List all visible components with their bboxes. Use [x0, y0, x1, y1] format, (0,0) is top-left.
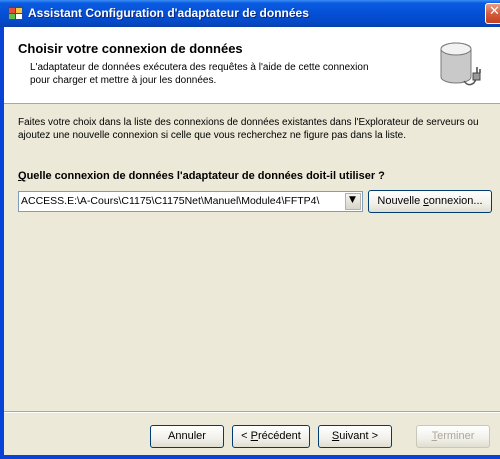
- wizard-header: Choisir votre connexion de données L'ada…: [4, 27, 500, 104]
- finish-button[interactable]: Terminer: [416, 425, 490, 448]
- next-label-rest: uivant >: [339, 430, 379, 442]
- previous-mnemonic: P: [250, 430, 258, 442]
- page-title: Choisir votre connexion de données: [18, 41, 243, 56]
- cancel-button[interactable]: Annuler: [150, 425, 224, 448]
- question-text: uelle connexion de données l'adaptateur …: [26, 170, 385, 182]
- next-button[interactable]: Suivant >: [318, 425, 392, 448]
- intro-text: Faites votre choix dans la liste des con…: [18, 117, 479, 141]
- new-connection-label-rest: onnexion...: [428, 195, 483, 207]
- connection-question-label: Quelle connexion de données l'adaptateur…: [18, 170, 385, 182]
- page-subtitle: L'adaptateur de données exécutera des re…: [30, 62, 369, 86]
- title-bar[interactable]: Assistant Configuration d'adaptateur de …: [0, 0, 500, 27]
- close-button[interactable]: ✕: [485, 3, 500, 24]
- app-icon: [8, 6, 23, 20]
- new-connection-button[interactable]: Nouvelle connexion...: [368, 190, 492, 213]
- dropdown-arrow-button[interactable]: ▼: [345, 193, 361, 210]
- connection-select-value: ACCESS.E:\A-Cours\C1175\C1175Net\Manuel\…: [21, 195, 320, 207]
- previous-button[interactable]: < Précédent: [232, 425, 310, 448]
- previous-label-rest: récédent: [258, 430, 301, 442]
- wizard-body: Choisir votre connexion de données L'ada…: [4, 27, 500, 455]
- connection-select[interactable]: ACCESS.E:\A-Cours\C1175\C1175Net\Manuel\…: [18, 191, 363, 212]
- previous-label-pre: <: [241, 430, 251, 442]
- database-plug-icon: [440, 42, 481, 86]
- new-connection-label-pre: Nouvelle: [377, 195, 424, 207]
- window-title: Assistant Configuration d'adaptateur de …: [28, 6, 309, 20]
- finish-label-rest: erminer: [437, 430, 475, 442]
- footer-separator: [4, 411, 500, 413]
- chevron-down-icon: ▼: [349, 195, 356, 205]
- close-icon: ✕: [489, 4, 500, 19]
- window-frame-bottom: [0, 455, 500, 459]
- wizard-window: Assistant Configuration d'adaptateur de …: [0, 0, 500, 459]
- question-mnemonic: Q: [18, 170, 27, 182]
